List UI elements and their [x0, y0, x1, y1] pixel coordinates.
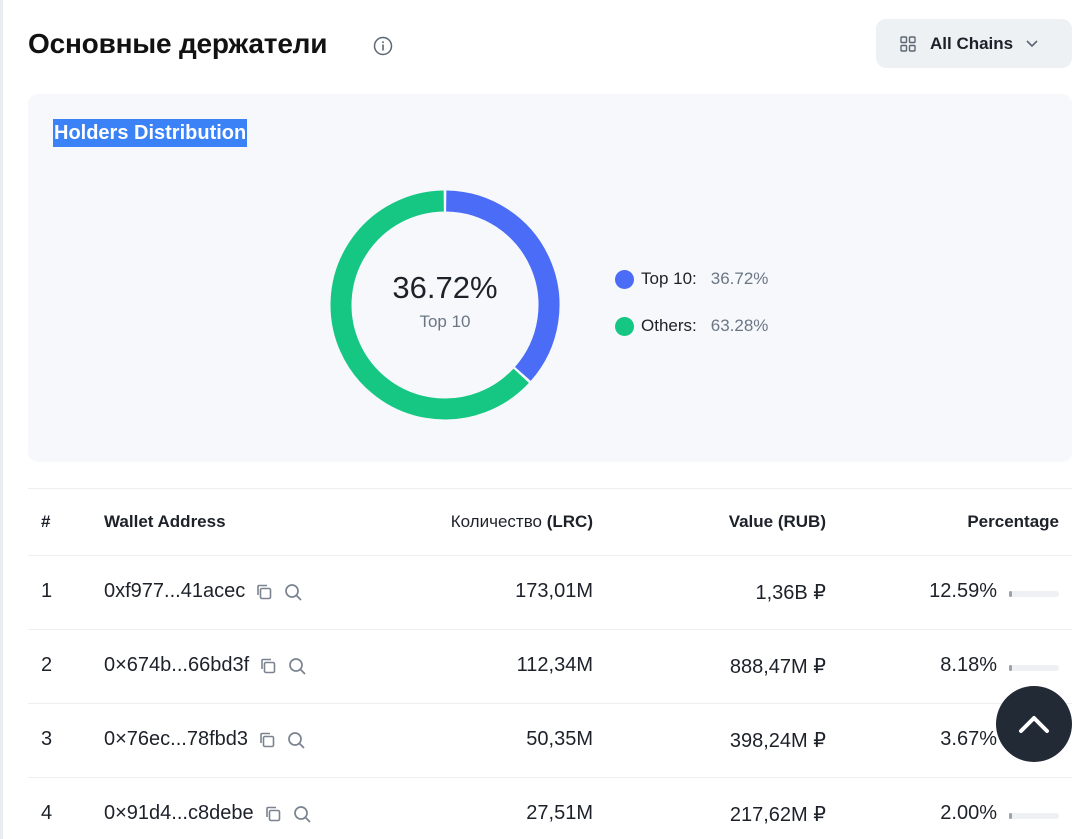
copy-icon[interactable]: [263, 804, 283, 824]
copy-icon[interactable]: [254, 582, 274, 602]
col-amount-prefix: Количество: [450, 512, 542, 531]
percentage-bar-fill: [1009, 813, 1012, 819]
row-index: 3: [41, 728, 53, 750]
legend-value-top10: 36.72%: [710, 269, 769, 288]
row-percentage: 8.18%: [940, 654, 997, 676]
table-row: 4 0×91d4...c8debe 27,51M 217,62M ₽ 2.00%: [28, 778, 1072, 839]
row-address-cell: 0xf977...41acec: [104, 580, 303, 603]
chevron-up-icon: [1019, 716, 1049, 733]
holders-header: Основные держатели All Chains: [28, 19, 1072, 70]
row-value: 217,62M ₽: [729, 804, 826, 826]
row-address-cell: 0×674b...66bd3f: [104, 654, 307, 677]
legend-label-top10: Top 10:: [641, 269, 697, 288]
percentage-bar: [1009, 813, 1059, 819]
search-icon[interactable]: [283, 582, 303, 602]
row-amount: 173,01M: [515, 580, 593, 602]
info-icon[interactable]: [373, 36, 393, 56]
chain-selector-label: All Chains: [930, 33, 1014, 53]
table-row: 2 0×674b...66bd3f 112,34M 888,47M ₽ 8.18%: [28, 630, 1072, 704]
page-title: Основные держатели: [28, 28, 328, 59]
col-address-header: Wallet Address: [104, 512, 226, 531]
scroll-to-top-button[interactable]: [996, 686, 1072, 762]
search-icon[interactable]: [292, 804, 312, 824]
search-icon[interactable]: [287, 656, 307, 676]
donut-center-value: 36.72%: [392, 270, 498, 305]
legend-item-others: Others: 63.28%: [615, 315, 768, 337]
row-percentage: 12.59%: [929, 580, 997, 602]
search-icon[interactable]: [286, 730, 306, 750]
legend-dot-top10: [615, 269, 634, 289]
table-header: # Wallet Address Количество (LRC) Value …: [28, 488, 1072, 556]
table-row: 1 0xf977...41acec 173,01M 1,36B ₽ 12.59%: [28, 556, 1072, 630]
col-value-header[interactable]: Value (RUB): [729, 512, 826, 532]
holders-distribution-card: Holders Distribution 36.72% Top 10 Top 1…: [28, 94, 1072, 462]
row-amount: 112,34M: [516, 654, 593, 676]
percentage-bar-fill: [1009, 591, 1013, 597]
wallet-address-link[interactable]: 0×76ec...78fbd3: [104, 728, 248, 751]
row-value: 888,47M ₽: [729, 656, 826, 678]
donut-center: 36.72% Top 10: [328, 188, 562, 422]
row-value: 1,36B ₽: [755, 582, 826, 604]
row-index: 1: [41, 580, 53, 602]
holders-table: # Wallet Address Количество (LRC) Value …: [28, 488, 1072, 839]
col-amount-unit: (LRC): [546, 512, 593, 531]
col-index-header: #: [41, 512, 51, 531]
row-index: 2: [41, 654, 53, 676]
row-percentage: 3.67%: [940, 728, 997, 750]
distribution-title: Holders Distribution: [53, 119, 248, 147]
chain-selector-button[interactable]: All Chains: [876, 19, 1072, 68]
percentage-bar-fill: [1009, 665, 1012, 671]
legend-label-others: Others:: [641, 316, 697, 335]
wallet-address-link[interactable]: 0×91d4...c8debe: [104, 802, 254, 825]
percentage-bar: [1009, 665, 1059, 671]
legend-value-others: 63.28%: [710, 316, 769, 335]
legend-item-top10: Top 10: 36.72%: [615, 268, 768, 290]
percentage-bar: [1009, 591, 1059, 597]
row-amount: 50,35M: [526, 728, 593, 750]
copy-icon[interactable]: [257, 730, 277, 750]
table-row: 3 0×76ec...78fbd3 50,35M 398,24M ₽ 3.67%: [28, 704, 1072, 778]
left-border: [0, 0, 3, 839]
col-amount-header[interactable]: Количество (LRC): [451, 512, 593, 532]
chevron-down-icon: [1026, 39, 1038, 47]
wallet-address-link[interactable]: 0×674b...66bd3f: [104, 654, 249, 677]
distribution-legend: Top 10: 36.72% Others: 63.28%: [615, 268, 768, 362]
copy-icon[interactable]: [258, 656, 278, 676]
row-percentage: 2.00%: [940, 802, 997, 824]
wallet-address-link[interactable]: 0xf977...41acec: [104, 580, 245, 603]
legend-dot-others: [615, 316, 634, 336]
row-amount: 27,51M: [526, 802, 593, 824]
col-percentage-header[interactable]: Percentage: [967, 512, 1059, 532]
row-value: 398,24M ₽: [729, 730, 826, 752]
row-address-cell: 0×76ec...78fbd3: [104, 728, 306, 751]
row-index: 4: [41, 802, 53, 824]
row-address-cell: 0×91d4...c8debe: [104, 802, 312, 825]
grid-icon: [900, 35, 916, 52]
donut-center-label: Top 10: [419, 312, 471, 331]
